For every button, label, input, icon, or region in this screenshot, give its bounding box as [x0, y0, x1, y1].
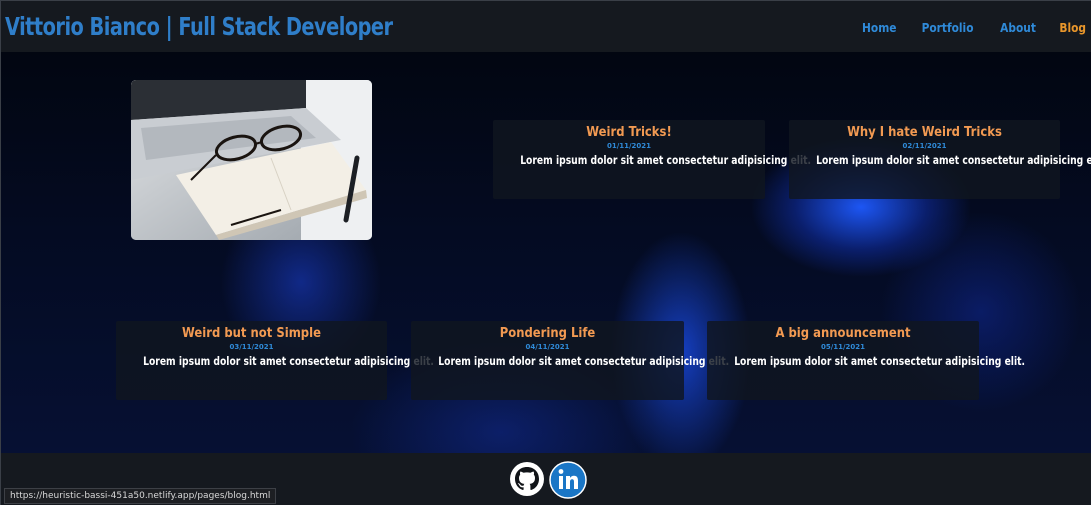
- blog-post-card[interactable]: Weird Tricks! 01/11/2021 Lorem ipsum dol…: [493, 120, 812, 199]
- post-excerpt: Lorem ipsum dolor sit amet consectetur a…: [520, 153, 812, 167]
- post-date: 03/11/2021: [229, 343, 274, 351]
- post-date: 02/11/2021: [902, 142, 947, 150]
- nav-blog[interactable]: Blog: [1059, 20, 1086, 35]
- site-title[interactable]: Vittorio Bianco | Full Stack Developer: [5, 12, 393, 41]
- site-header: Vittorio Bianco | Full Stack Developer H…: [1, 1, 1091, 52]
- post-date: 01/11/2021: [606, 142, 652, 150]
- blog-post-card[interactable]: Why I hate Weird Tricks 02/11/2021 Lorem…: [789, 120, 1091, 199]
- post-title[interactable]: Weird but not Simple: [135, 325, 368, 341]
- nav-portfolio[interactable]: Portfolio: [922, 20, 974, 35]
- nav-about[interactable]: About: [1000, 20, 1036, 35]
- post-date: 04/11/2021: [525, 343, 570, 351]
- post-title[interactable]: Why I hate Weird Tricks: [808, 124, 1041, 140]
- github-icon[interactable]: [509, 461, 545, 497]
- main-nav: Home Portfolio About Blog: [841, 20, 1088, 35]
- blog-main: Weird Tricks! 01/11/2021 Lorem ipsum dol…: [1, 52, 1091, 453]
- post-title[interactable]: Pondering Life: [430, 325, 665, 341]
- post-excerpt: Lorem ipsum dolor sit amet consectetur a…: [734, 354, 1026, 368]
- blog-post-card[interactable]: A big announcement 05/11/2021 Lorem ipsu…: [707, 321, 1026, 400]
- blog-post-card[interactable]: Pondering Life 04/11/2021 Lorem ipsum do…: [411, 321, 730, 400]
- post-excerpt: Lorem ipsum dolor sit amet consectetur a…: [438, 354, 730, 368]
- blog-post-card[interactable]: Weird but not Simple 03/11/2021 Lorem ip…: [116, 321, 434, 400]
- hero-image: [131, 80, 372, 240]
- post-excerpt: Lorem ipsum dolor sit amet consectetur a…: [816, 153, 1091, 167]
- post-title[interactable]: A big announcement: [726, 325, 960, 341]
- linkedin-icon[interactable]: [549, 461, 587, 499]
- post-excerpt: Lorem ipsum dolor sit amet consectetur a…: [143, 354, 434, 368]
- status-bar-url: https://heuristic-bassi-451a50.netlify.a…: [4, 488, 277, 504]
- laptop-photo-illustration: [131, 80, 372, 240]
- post-title[interactable]: Weird Tricks!: [512, 124, 746, 140]
- post-date: 05/11/2021: [820, 343, 866, 351]
- nav-home[interactable]: Home: [862, 20, 896, 35]
